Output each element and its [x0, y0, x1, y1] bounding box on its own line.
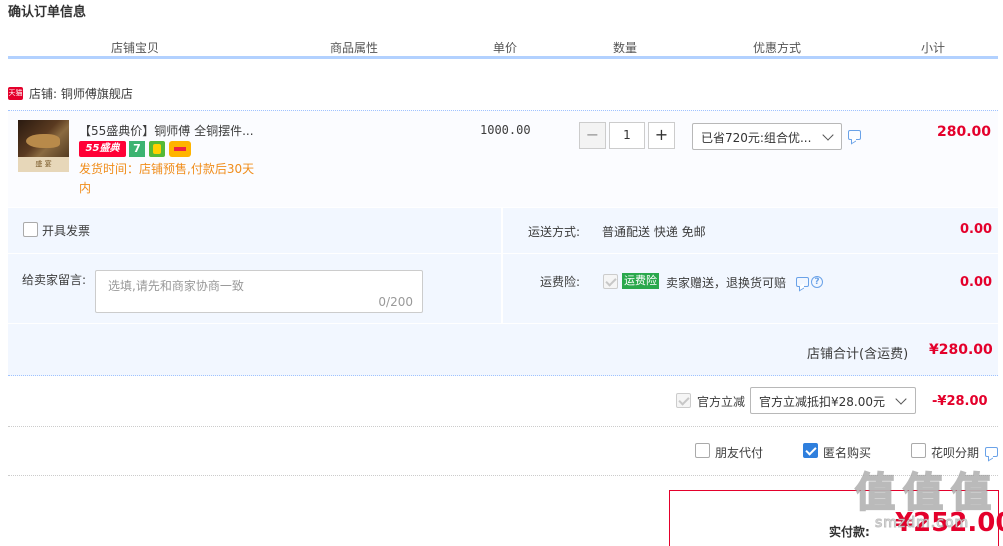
quantity-input[interactable]: 1	[609, 122, 645, 149]
col-unit-price: 单价	[493, 41, 518, 55]
col-attributes: 商品属性	[330, 41, 379, 55]
anonymous-purchase-checkbox[interactable]	[803, 443, 818, 458]
col-subtotal: 小计	[921, 41, 946, 55]
seller-note-field[interactable]: 选填,请先和商家协商一致 0/200	[95, 270, 423, 313]
product-thumbnail[interactable]: 盛 宴	[18, 120, 69, 172]
official-discount-checkbox	[676, 393, 691, 408]
chat-icon[interactable]	[985, 447, 998, 457]
shipping-label: 运送方式:	[528, 225, 581, 239]
official-discount-amount: -¥28.00	[932, 394, 988, 409]
payment-label: 实付款:	[829, 525, 870, 539]
col-shop-item: 店铺宝贝	[111, 41, 160, 55]
payment-summary-box: 实付款: ¥252.00	[669, 490, 1003, 546]
anonymous-purchase-label[interactable]: 匿名购买	[823, 444, 871, 461]
invoice-checkbox[interactable]	[23, 222, 38, 237]
payment-amount: ¥252.00	[895, 508, 1003, 538]
header-divider	[8, 56, 998, 59]
col-quantity: 数量	[613, 41, 638, 55]
seller-note-placeholder: 选填,请先和商家协商一致	[108, 279, 244, 293]
chat-icon[interactable]	[848, 130, 861, 140]
friend-pay-label[interactable]: 朋友代付	[715, 444, 763, 461]
huabei-installment-checkbox[interactable]	[911, 443, 926, 458]
col-discount: 优惠方式	[753, 41, 802, 55]
chevron-down-icon	[822, 129, 834, 141]
order-item-row: 盛 宴 【55盛典价】铜师傅 全铜摆件... 55盛典 7 发货时间：店铺预售,…	[8, 110, 998, 207]
freight-insurance-amount: 0.00	[960, 275, 993, 290]
chat-icon[interactable]	[796, 277, 809, 287]
options-divider	[8, 253, 998, 254]
page-title: 确认订单信息	[8, 5, 87, 20]
quantity-decrease-button[interactable]: −	[579, 122, 606, 149]
tmall-icon: 天猫	[8, 87, 23, 100]
official-discount-select[interactable]: 官方立减抵扣¥28.00元	[750, 387, 916, 414]
freight-insurance-label: 运费险:	[540, 275, 581, 289]
seven-day-return-icon: 7	[129, 141, 145, 157]
guarantee-icon	[149, 141, 165, 157]
discount-selected-value: 已省720元:组合优...	[701, 131, 812, 145]
shop-total-bar: 店铺合计(含运费) ¥280.00	[8, 324, 998, 376]
credit-card-icon	[169, 141, 191, 157]
help-icon[interactable]: ?	[811, 276, 823, 288]
huabei-installment-label[interactable]: 花呗分期	[931, 444, 979, 461]
seller-note-label: 给卖家留言:	[22, 273, 87, 287]
official-discount-label: 官方立减	[697, 395, 746, 409]
freight-insurance-checkbox	[603, 274, 618, 289]
shipping-amount: 0.00	[960, 222, 993, 237]
quantity-increase-button[interactable]: +	[648, 122, 675, 149]
freight-insurance-text: 卖家赠送，退换货可赔	[666, 276, 787, 290]
product-title[interactable]: 【55盛典价】铜师傅 全铜摆件...	[79, 122, 254, 139]
chevron-down-icon	[895, 393, 907, 405]
section-divider	[8, 426, 998, 427]
invoice-label[interactable]: 开具发票	[42, 222, 90, 239]
freight-insurance-tag: 运费险	[622, 273, 659, 289]
friend-pay-checkbox[interactable]	[695, 443, 710, 458]
ship-time-note: 发货时间：店铺预售,付款后30天内	[79, 162, 255, 195]
unit-price: 1000.00	[480, 123, 531, 137]
promo-55-badge: 55盛典	[79, 141, 126, 157]
discount-select[interactable]: 已省720元:组合优...	[692, 123, 842, 150]
shop-total-value: ¥280.00	[929, 342, 993, 358]
quantity-stepper: − 1 +	[579, 122, 675, 149]
column-headers: 店铺宝贝 商品属性 单价 数量 优惠方式 小计	[8, 34, 998, 58]
official-discount-selected: 官方立减抵扣¥28.00元	[759, 395, 885, 409]
seller-note-counter: 0/200	[378, 295, 413, 309]
item-subtotal: 280.00	[937, 124, 992, 140]
section-divider	[8, 475, 998, 476]
shop-name[interactable]: 店铺: 铜师傅旗舰店	[29, 85, 133, 102]
shipping-value: 普通配送 快递 免邮	[602, 225, 706, 239]
shop-total-label: 店铺合计(含运费)	[807, 347, 909, 362]
